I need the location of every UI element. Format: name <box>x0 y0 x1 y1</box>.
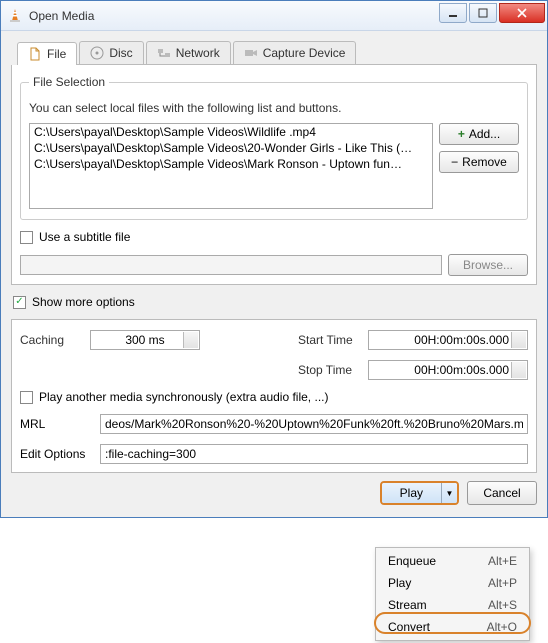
spinner-icon[interactable]: ▲▼ <box>517 333 524 347</box>
start-time-input[interactable]: 00H:00m:00s.000 ▲▼ <box>368 330 528 350</box>
mrl-input[interactable] <box>100 414 528 434</box>
vlc-cone-icon <box>7 8 23 24</box>
stop-time-value: 00H:00m:00s.000 <box>414 363 509 377</box>
spinner-icon[interactable]: ▲▼ <box>517 363 524 377</box>
caching-input[interactable]: 300 ms ▲▼ <box>90 330 200 350</box>
caching-label: Caching <box>20 333 90 347</box>
disc-icon <box>90 46 104 60</box>
menu-shortcut: Alt+S <box>488 598 517 612</box>
menu-shortcut: Alt+E <box>488 554 517 568</box>
subtitle-path-input <box>20 255 442 275</box>
file-list-item[interactable]: C:\Users\payal\Desktop\Sample Videos\Mar… <box>30 156 432 172</box>
window-controls <box>439 8 547 23</box>
start-time-label: Start Time <box>298 333 368 347</box>
show-more-checkbox[interactable] <box>13 296 26 309</box>
file-selection-hint: You can select local files with the foll… <box>29 101 519 115</box>
file-panel: File Selection You can select local file… <box>11 65 537 285</box>
window-title: Open Media <box>29 9 439 23</box>
caching-value: 300 ms <box>125 333 164 347</box>
network-icon <box>157 46 171 60</box>
minus-icon: − <box>451 155 458 169</box>
file-selection-legend: File Selection <box>29 75 109 89</box>
file-selection-group: File Selection You can select local file… <box>20 75 528 220</box>
remove-label: Remove <box>462 155 507 169</box>
file-list-item[interactable]: C:\Users\payal\Desktop\Sample Videos\Wil… <box>30 124 432 140</box>
spinner-icon[interactable]: ▲▼ <box>189 333 196 347</box>
play-another-label: Play another media synchronously (extra … <box>39 390 328 404</box>
add-label: Add... <box>469 127 500 141</box>
cancel-label: Cancel <box>483 486 520 500</box>
show-more-label: Show more options <box>32 295 135 309</box>
advanced-panel: Caching 300 ms ▲▼ Start Time 00H:00m:00s… <box>11 319 537 473</box>
remove-button[interactable]: − Remove <box>439 151 519 173</box>
file-list-item[interactable]: C:\Users\payal\Desktop\Sample Videos\20-… <box>30 140 432 156</box>
edit-options-label: Edit Options <box>20 447 100 461</box>
subtitle-label: Use a subtitle file <box>39 230 130 244</box>
close-button[interactable] <box>499 3 545 23</box>
tab-label: Capture Device <box>263 46 346 60</box>
menu-label: Enqueue <box>388 554 436 568</box>
cancel-button[interactable]: Cancel <box>467 481 537 505</box>
tab-label: Disc <box>109 46 132 60</box>
browse-button: Browse... <box>448 254 528 276</box>
chevron-down-icon: ▼ <box>446 489 454 498</box>
tab-label: Network <box>176 46 220 60</box>
minimize-button[interactable] <box>439 3 467 23</box>
titlebar[interactable]: Open Media <box>1 1 547 31</box>
file-icon <box>28 47 42 61</box>
dialog-body: File Disc Network Capture Device File Se… <box>1 31 547 517</box>
subtitle-checkbox[interactable] <box>20 231 33 244</box>
tab-file[interactable]: File <box>17 42 77 65</box>
tab-network[interactable]: Network <box>146 41 231 64</box>
tab-disc[interactable]: Disc <box>79 41 143 64</box>
browse-label: Browse... <box>463 258 513 272</box>
play-label: Play <box>400 486 423 500</box>
plus-icon: + <box>458 127 465 141</box>
menu-item-enqueue[interactable]: Enqueue Alt+E <box>378 550 527 572</box>
mrl-label: MRL <box>20 417 100 431</box>
tab-capture[interactable]: Capture Device <box>233 41 357 64</box>
dialog-footer: Play ▼ Cancel <box>11 473 537 507</box>
stop-time-input[interactable]: 00H:00m:00s.000 ▲▼ <box>368 360 528 380</box>
start-time-value: 00H:00m:00s.000 <box>414 333 509 347</box>
menu-label: Play <box>388 576 411 590</box>
media-tabs: File Disc Network Capture Device <box>17 41 537 65</box>
menu-shortcut: Alt+P <box>488 576 517 590</box>
edit-options-input[interactable] <box>100 444 528 464</box>
file-list[interactable]: C:\Users\payal\Desktop\Sample Videos\Wil… <box>29 123 433 209</box>
play-dropdown-button[interactable]: ▼ <box>441 483 457 503</box>
stop-time-label: Stop Time <box>298 363 368 377</box>
open-media-window: Open Media File Disc Network Capture De <box>0 0 548 518</box>
play-split-button[interactable]: Play ▼ <box>380 481 459 505</box>
maximize-button[interactable] <box>469 3 497 23</box>
menu-item-play[interactable]: Play Alt+P <box>378 572 527 594</box>
play-button[interactable]: Play <box>382 483 441 503</box>
menu-label: Stream <box>388 598 427 612</box>
add-button[interactable]: + Add... <box>439 123 519 145</box>
tab-label: File <box>47 47 66 61</box>
convert-highlight <box>374 612 531 634</box>
play-another-checkbox[interactable] <box>20 391 33 404</box>
capture-device-icon <box>244 46 258 60</box>
